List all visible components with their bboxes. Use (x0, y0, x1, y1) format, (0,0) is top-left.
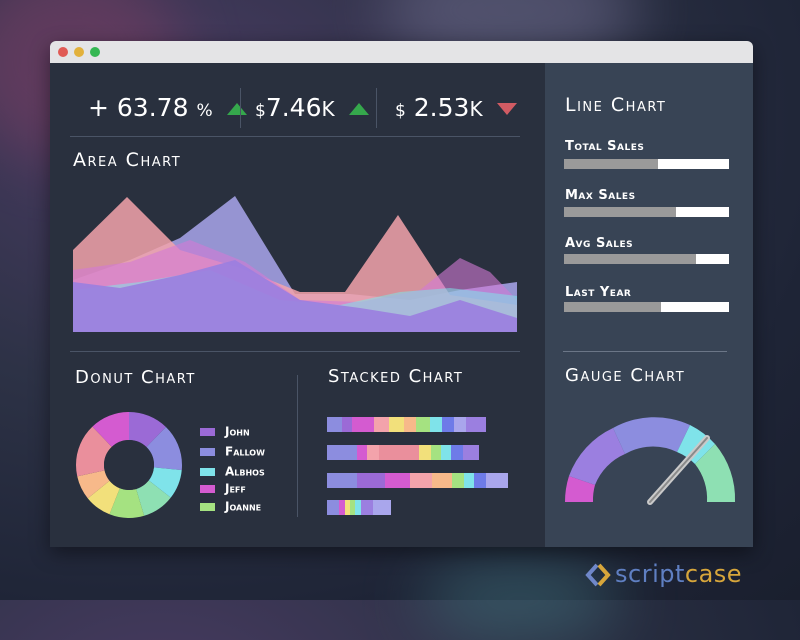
brand-text-script: script (615, 560, 685, 588)
donut-stacked-divider (297, 375, 298, 517)
brand-text-case: case (684, 560, 743, 588)
legend-item-joanne: Joanne (200, 496, 261, 514)
legend-swatch (200, 427, 215, 436)
legend-swatch (200, 467, 215, 476)
donut-chart-title: Donut Chart (75, 367, 196, 388)
stacked-bar (327, 417, 486, 432)
stat-bar-fill (564, 254, 696, 264)
stat-bar (564, 302, 729, 312)
legend-item-john: John (200, 421, 250, 439)
legend-label: Joanne (225, 499, 262, 514)
line-chart-title: Line Chart (565, 94, 667, 116)
legend-label: John (225, 424, 250, 439)
brand-logo: scriptcase (585, 560, 742, 588)
legend-swatch (200, 502, 215, 511)
stat-label-last-year: Last Year (565, 285, 632, 300)
legend-label: Albhos (225, 464, 265, 479)
legend-item-albhos: Albhos (200, 461, 265, 479)
donut-chart (76, 412, 182, 518)
stat-bar (564, 159, 729, 169)
stat-label-avg-sales: Avg Sales (565, 236, 634, 251)
stacked-chart-title: Stacked Chart (328, 366, 464, 387)
stat-label-total-sales: Total Sales (565, 139, 645, 154)
gauge-chart (564, 417, 736, 505)
stat-label-max-sales: Max Sales (565, 188, 636, 203)
stacked-bar (327, 445, 479, 460)
gauge-chart-title: Gauge Chart (565, 365, 686, 386)
gauge-segment (569, 428, 625, 485)
legend-swatch (200, 447, 215, 456)
stacked-bar (327, 473, 508, 488)
stat-bar-fill (564, 302, 661, 312)
stat-bar (564, 254, 729, 264)
stat-bar-fill (564, 159, 658, 169)
scriptcase-logo-icon (585, 563, 611, 587)
legend-swatch (200, 484, 215, 493)
stacked-bar (327, 500, 391, 515)
legend-label: Jeff (225, 481, 246, 496)
side-divider (563, 351, 727, 352)
gauge-segment (613, 417, 690, 454)
area-bottom-divider (70, 351, 520, 352)
stat-bar (564, 207, 729, 217)
legend-item-jeff: Jeff (200, 478, 246, 496)
legend-label: Fallow (225, 444, 265, 459)
stat-bar-fill (564, 207, 676, 217)
legend-item-fallow: Fallow (200, 441, 265, 459)
